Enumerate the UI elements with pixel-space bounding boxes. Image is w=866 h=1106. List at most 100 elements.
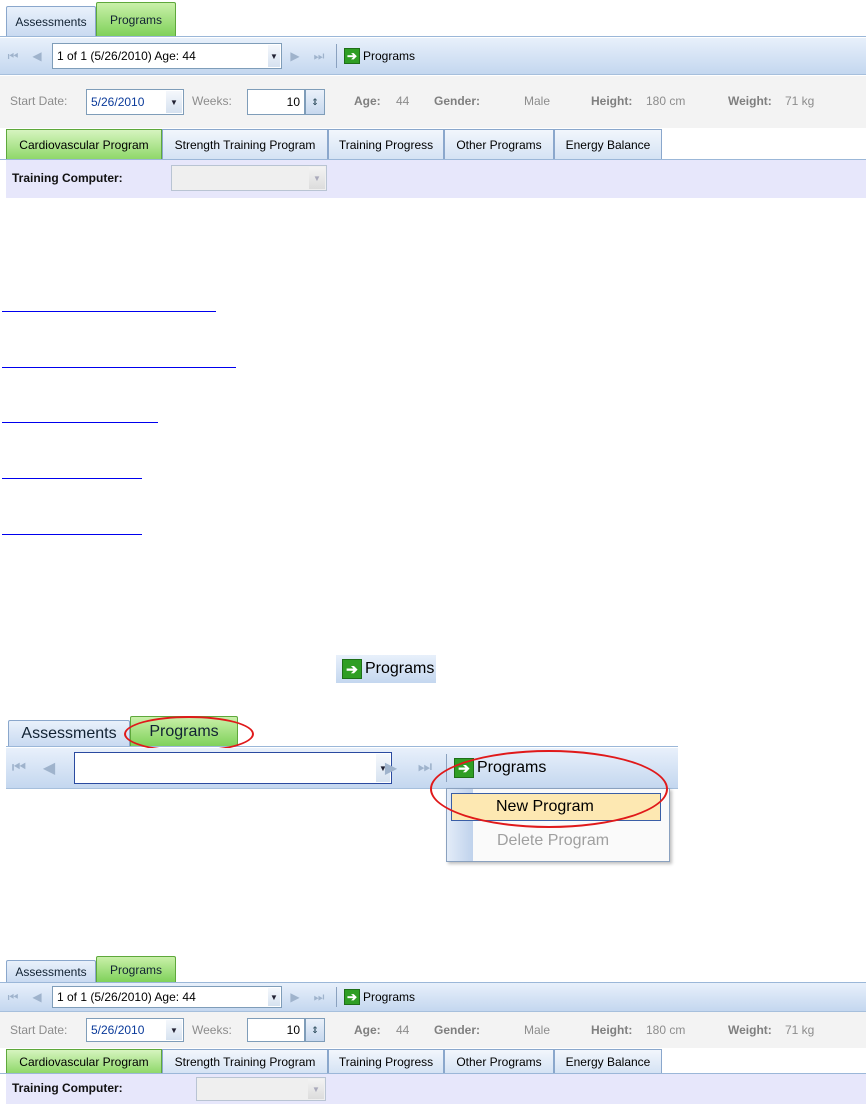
green-arrow-icon: ➔	[344, 48, 360, 64]
start-date-value: 5/26/2010	[91, 95, 145, 109]
training-computer-select[interactable]: ▼	[171, 165, 327, 191]
parameter-row: Start Date: 5/26/2010 ▼ Weeks: 10 ⇕ Age:…	[0, 76, 866, 128]
weeks-value: 10	[286, 1023, 300, 1037]
gender-value: Male	[524, 1023, 551, 1037]
record-selector[interactable]: ▼	[74, 752, 392, 784]
subtab-energy-balance[interactable]: Energy Balance	[554, 129, 662, 159]
next-record-icon[interactable]: ▶	[382, 758, 400, 778]
subtab-cardiovascular-program[interactable]: Cardiovascular Program	[6, 1049, 162, 1073]
training-computer-label: Training Computer:	[12, 171, 123, 185]
record-selector[interactable]: 1 of 1 (5/26/2010) Age: 44 ▼	[52, 986, 282, 1008]
weeks-label: Weeks:	[192, 94, 232, 108]
weeks-spinner-icon[interactable]: ⇕	[305, 1018, 325, 1042]
weeks-field[interactable]: 10	[247, 1018, 305, 1042]
start-date-label: Start Date:	[10, 1023, 68, 1037]
next-record-icon[interactable]: ▶	[288, 47, 302, 65]
record-selector[interactable]: 1 of 1 (5/26/2010) Age: 44 ▼	[52, 43, 282, 69]
tab-assessments[interactable]: Assessments	[8, 720, 130, 746]
green-arrow-icon: ➔	[342, 659, 362, 679]
programs-menu-button[interactable]: ➔ Programs	[344, 47, 415, 65]
weeks-spinner-icon[interactable]: ⇕	[305, 89, 325, 115]
menu-highlight-ring	[430, 750, 668, 828]
calendar-dropdown-icon[interactable]: ▼	[166, 1020, 182, 1040]
first-record-icon[interactable]: ⏮	[6, 988, 20, 1006]
first-record-icon[interactable]: ⏮	[6, 47, 20, 65]
document-link-3[interactable]	[2, 420, 158, 423]
main-tab-strip: Assessments Programs	[6, 716, 678, 747]
document-link-2[interactable]	[2, 365, 236, 368]
gender-value: Male	[524, 94, 551, 108]
first-record-icon[interactable]: ⏮	[10, 758, 28, 778]
programs-panel-top: Assessments Programs ⏮ ◀ 1 of 1 (5/26/20…	[0, 0, 866, 201]
training-computer-row: Training Computer: ▼	[6, 160, 866, 198]
last-record-icon[interactable]: ⏭	[416, 758, 434, 778]
training-computer-row: Training Computer: ▼	[6, 1074, 866, 1104]
next-record-icon[interactable]: ▶	[288, 988, 302, 1006]
last-record-icon[interactable]: ⏭	[312, 988, 326, 1006]
document-link-1[interactable]	[2, 309, 216, 312]
toolbar-separator	[336, 44, 337, 68]
subtab-energy-balance[interactable]: Energy Balance	[554, 1049, 662, 1073]
gender-label: Gender:	[434, 1023, 481, 1037]
document-link-4[interactable]	[2, 476, 142, 479]
height-label: Height:	[591, 1023, 633, 1037]
programs-menu-screenshot: Assessments Programs ⏮ ◀ ▼ ▶ ⏭ ➔ Program…	[6, 716, 678, 866]
subtab-cardiovascular-program[interactable]: Cardiovascular Program	[6, 129, 162, 159]
tab-assessments[interactable]: Assessments	[6, 6, 96, 36]
toolbar-separator	[336, 987, 337, 1007]
dropdown-arrow-icon[interactable]: ▼	[268, 988, 280, 1006]
training-computer-label: Training Computer:	[12, 1081, 123, 1095]
subtab-training-progress[interactable]: Training Progress	[328, 129, 444, 159]
tab-programs[interactable]: Programs	[96, 2, 176, 36]
start-date-field[interactable]: 5/26/2010 ▼	[86, 89, 184, 115]
start-date-value: 5/26/2010	[91, 1023, 145, 1037]
weeks-label: Weeks:	[192, 1023, 232, 1037]
height-label: Height:	[591, 94, 633, 108]
previous-record-icon[interactable]: ◀	[30, 47, 44, 65]
weight-label: Weight:	[728, 1023, 772, 1037]
weight-value: 71 kg	[785, 1023, 815, 1037]
dropdown-arrow-icon[interactable]: ▼	[308, 1079, 324, 1099]
programs-button-callout[interactable]: ➔ Programs	[336, 655, 436, 683]
weeks-field[interactable]: 10	[247, 89, 305, 115]
calendar-dropdown-icon[interactable]: ▼	[166, 91, 182, 113]
record-selector-text: 1 of 1 (5/26/2010) Age: 44	[57, 49, 196, 63]
training-computer-select[interactable]: ▼	[196, 1077, 326, 1101]
age-value: 44	[396, 94, 410, 108]
menu-item-delete-program[interactable]: Delete Program	[451, 827, 661, 855]
dropdown-arrow-icon[interactable]: ▼	[309, 167, 325, 189]
previous-record-icon[interactable]: ◀	[30, 988, 44, 1006]
tab-assessments[interactable]: Assessments	[6, 960, 96, 982]
weight-label: Weight:	[728, 94, 772, 108]
document-link-5[interactable]	[2, 532, 142, 535]
age-label: Age:	[354, 1023, 381, 1037]
delete-program-label: Delete Program	[497, 832, 610, 849]
dropdown-arrow-icon[interactable]: ▼	[268, 45, 280, 67]
weight-value: 71 kg	[785, 94, 815, 108]
program-subtabs: Cardiovascular Program Strength Training…	[0, 129, 866, 160]
last-record-icon[interactable]: ⏭	[312, 47, 326, 65]
program-subtabs: Cardiovascular Program Strength Training…	[0, 1049, 866, 1074]
programs-panel-bottom: Assessments Programs ⏮ ◀ 1 of 1 (5/26/20…	[0, 956, 866, 1106]
subtab-strength-training-program[interactable]: Strength Training Program	[162, 129, 328, 159]
programs-button-label: Programs	[365, 660, 435, 677]
programs-menu-button[interactable]: ➔ Programs	[344, 988, 415, 1006]
tab-programs[interactable]: Programs	[96, 956, 176, 982]
previous-record-icon[interactable]: ◀	[40, 758, 58, 778]
parameter-row: Start Date: 5/26/2010 ▼ Weeks: 10 ⇕ Age:…	[0, 1012, 866, 1048]
start-date-field[interactable]: 5/26/2010 ▼	[86, 1018, 184, 1042]
subtab-strength-training-program[interactable]: Strength Training Program	[162, 1049, 328, 1073]
record-selector-text: 1 of 1 (5/26/2010) Age: 44	[57, 990, 196, 1004]
height-value: 180 cm	[646, 1023, 686, 1037]
subtab-other-programs[interactable]: Other Programs	[444, 1049, 554, 1073]
green-arrow-icon: ➔	[344, 989, 360, 1005]
start-date-label: Start Date:	[10, 94, 68, 108]
gender-label: Gender:	[434, 94, 481, 108]
subtab-other-programs[interactable]: Other Programs	[444, 129, 554, 159]
record-navigator: ⏮ ◀ 1 of 1 (5/26/2010) Age: 44 ▼ ▶ ⏭ ➔ P…	[0, 983, 866, 1012]
subtab-training-progress[interactable]: Training Progress	[328, 1049, 444, 1073]
tab-highlight-ring	[124, 716, 254, 752]
programs-menu-label: Programs	[363, 49, 416, 63]
age-value: 44	[396, 1023, 410, 1037]
height-value: 180 cm	[646, 94, 686, 108]
